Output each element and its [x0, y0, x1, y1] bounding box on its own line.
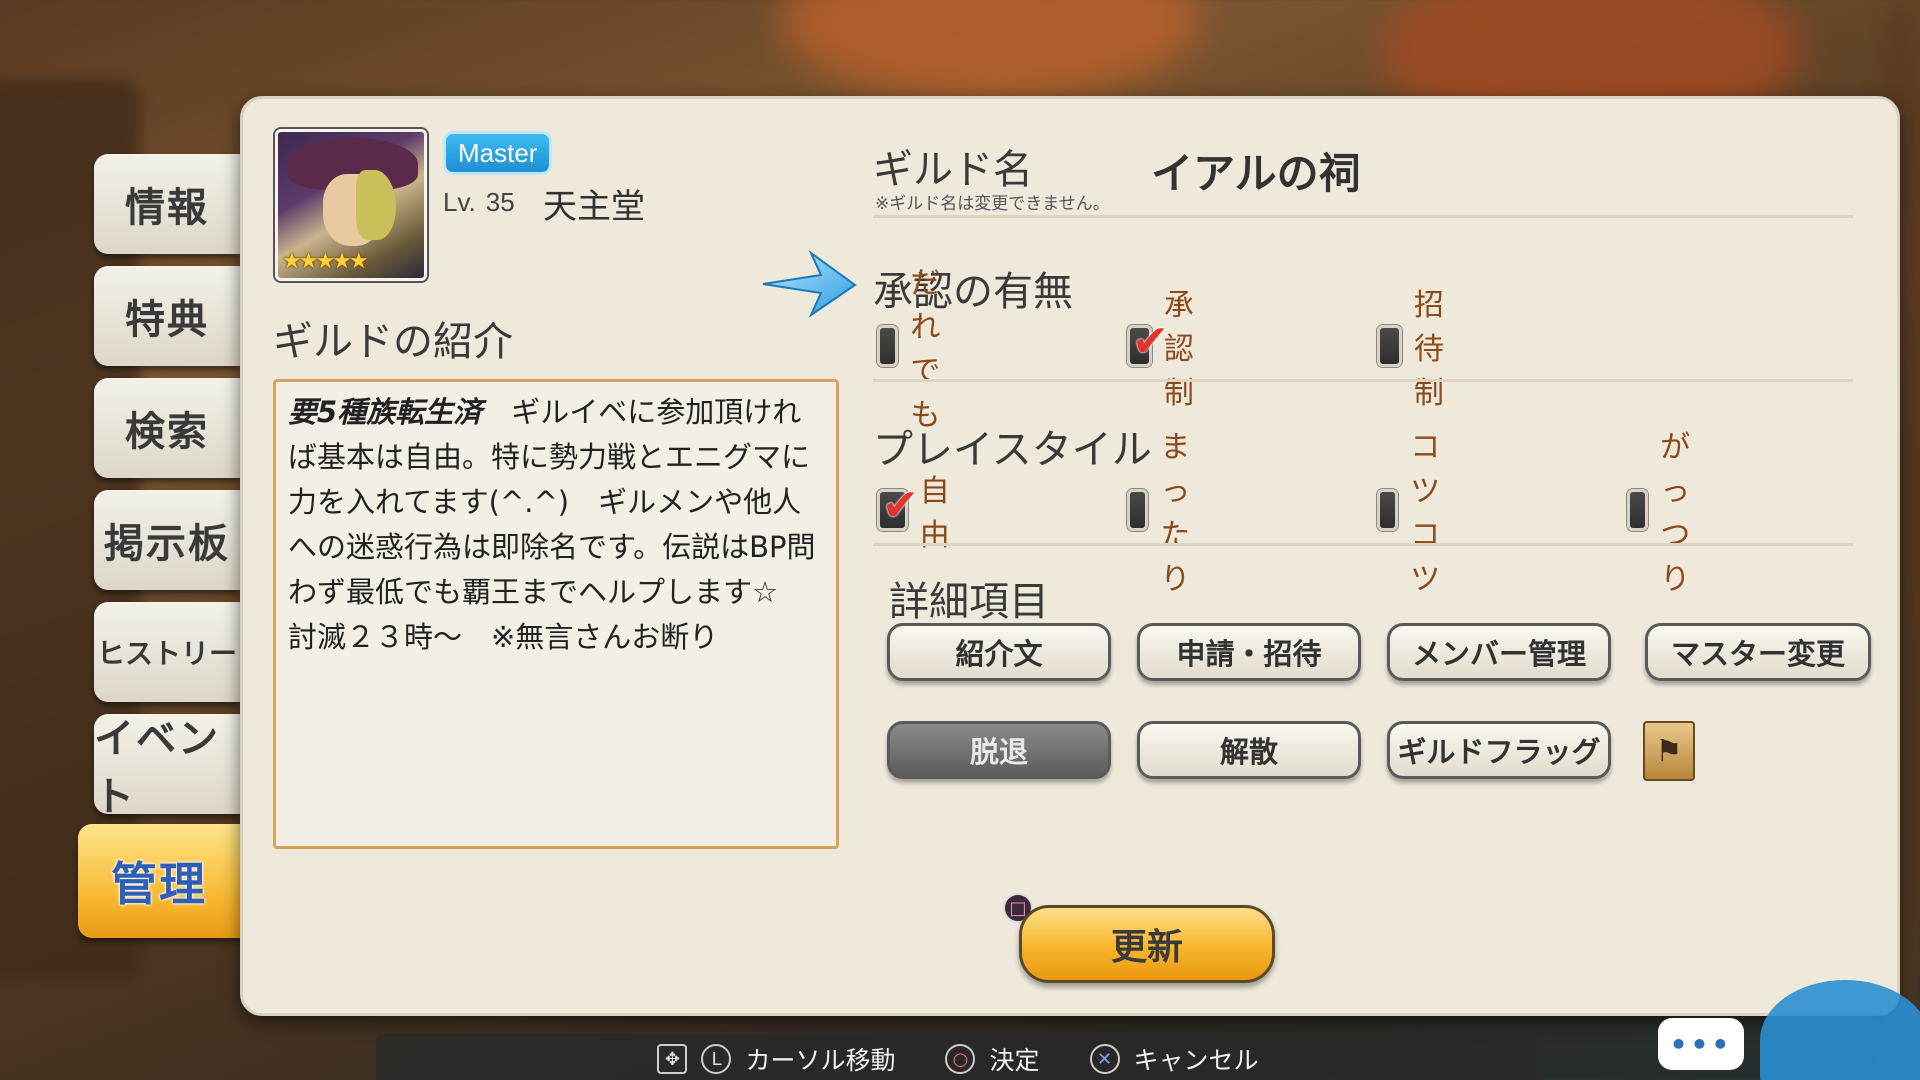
playstyle-steady-checkbox[interactable]: コツコツ	[1377, 430, 1461, 597]
approval-required-checkbox[interactable]: ✔ 承認制	[1127, 288, 1211, 411]
avatar: ★★★★★	[275, 129, 427, 281]
tab-search[interactable]: 検索	[94, 378, 240, 478]
intro-text-body: ギルイベに参加頂ければ基本は自由。特に勢力戦とエニグマに力を入れてます(^.^)…	[288, 395, 816, 654]
divider	[873, 543, 1853, 546]
playstyle-free-checkbox[interactable]: ✔ 自由	[877, 474, 961, 553]
bg-foliage	[780, 0, 1200, 100]
checkbox-label: 招待制	[1413, 288, 1444, 411]
apply-invite-button[interactable]: 申請・招待	[1137, 623, 1361, 681]
guild-manage-panel: ★★★★★ Master Lv. 35 天主堂 ギルドの紹介 要5種族転生済 ギル…	[240, 96, 1900, 1016]
level-prefix: Lv.	[443, 187, 476, 217]
checkbox-box	[1127, 489, 1149, 531]
checkbox-label: 承認制	[1163, 288, 1194, 411]
divider	[873, 379, 1853, 382]
approval-label: 承認の有無	[873, 269, 1073, 315]
divider	[873, 215, 1853, 218]
approval-anyone-checkbox[interactable]: だれでも	[877, 266, 961, 433]
pointer-arrow-icon	[762, 249, 857, 318]
checkbox-box: ✔	[877, 480, 919, 531]
check-mark-icon: ✔	[1132, 316, 1169, 367]
tab-bonus[interactable]: 特典	[94, 266, 240, 366]
disband-button[interactable]: 解散	[1137, 721, 1361, 779]
playstyle-label: プレイスタイル	[873, 427, 1152, 473]
rarity-stars: ★★★★★	[282, 249, 369, 274]
tab-info[interactable]: 情報	[94, 154, 240, 254]
approval-invite-checkbox[interactable]: 招待制	[1377, 288, 1461, 411]
chat-bubble-icon[interactable]: •••	[1658, 1018, 1744, 1070]
playstyle-hardcore-checkbox[interactable]: がっつり	[1627, 430, 1711, 597]
checkbox-box	[1377, 325, 1402, 367]
level-value: 35	[485, 187, 515, 217]
tab-history[interactable]: ヒストリー	[94, 602, 240, 702]
leave-guild-button[interactable]: 脱退	[887, 721, 1111, 779]
tab-board[interactable]: 掲示板	[94, 490, 240, 590]
control-help-bar: ✥ L カーソル移動 ○ 決定 ✕ キャンセル	[376, 1034, 1540, 1080]
guild-flag-button[interactable]: ギルドフラッグ	[1387, 721, 1611, 779]
checkbox-label: がっつり	[1660, 430, 1691, 597]
intro-text-box: 要5種族転生済 ギルイベに参加頂ければ基本は自由。特に勢力戦とエニグマに力を入れ…	[273, 379, 839, 849]
check-mark-icon: ✔	[882, 480, 919, 531]
player-level: Lv. 35	[443, 187, 515, 218]
checkbox-box	[877, 325, 899, 367]
player-name: 天主堂	[543, 187, 645, 227]
left-stick-icon: L	[701, 1044, 732, 1074]
checkbox-label: コツコツ	[1410, 430, 1441, 597]
cross-button-icon: ✕	[1089, 1044, 1120, 1074]
checkbox-label: だれでも	[910, 266, 941, 433]
guild-name-label: ギルド名	[873, 147, 1033, 193]
intro-text-emphasis: 要5種族転生済	[288, 395, 483, 429]
help-cancel-label: キャンセル	[1133, 1046, 1259, 1075]
checkbox-label: 自由	[919, 474, 950, 553]
tab-event[interactable]: イベント	[94, 714, 240, 820]
help-move-label: カーソル移動	[745, 1046, 896, 1075]
playstyle-relaxed-checkbox[interactable]: まったり	[1127, 430, 1211, 597]
member-manage-button[interactable]: メンバー管理	[1387, 623, 1611, 681]
dpad-icon: ✥	[657, 1044, 688, 1074]
checkbox-box: ✔	[1127, 316, 1169, 367]
guild-flag-icon[interactable]: ⚑	[1643, 721, 1695, 781]
update-button[interactable]: 更新	[1019, 905, 1275, 983]
checkbox-box	[1377, 489, 1399, 531]
intro-title: ギルドの紹介	[273, 319, 513, 365]
help-confirm-label: 決定	[989, 1046, 1040, 1075]
checkbox-label: まったり	[1160, 430, 1191, 597]
master-change-button[interactable]: マスター変更	[1645, 623, 1871, 681]
tab-manage[interactable]: 管理	[78, 824, 240, 938]
checkbox-box	[1627, 489, 1649, 531]
details-label: 詳細項目	[889, 579, 1049, 625]
guild-name-note: ※ギルド名は変更できません。	[875, 194, 1110, 214]
role-badge: Master	[443, 131, 553, 175]
circle-button-icon: ○	[945, 1044, 976, 1074]
guild-name-value: イアルの祠	[1151, 149, 1361, 198]
intro-text-button[interactable]: 紹介文	[887, 623, 1111, 681]
